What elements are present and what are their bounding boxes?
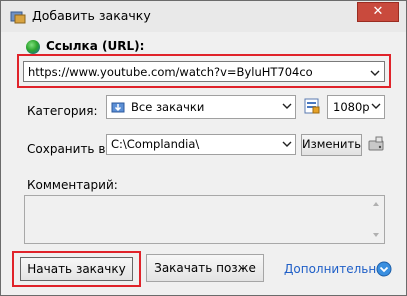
url-input[interactable]: https://www.youtube.com/watch?v=ByluHT70…	[23, 61, 385, 82]
chevron-down-icon	[371, 103, 381, 109]
comment-input[interactable]	[24, 195, 385, 244]
category-select[interactable]: Все закачки	[106, 95, 296, 119]
category-label: Категория:	[27, 104, 98, 118]
category-value: Все закачки	[131, 100, 205, 114]
chevron-down-icon[interactable]	[370, 68, 380, 78]
download-folder-icon	[111, 102, 125, 113]
app-icon	[10, 11, 26, 24]
chevron-down-circle-icon[interactable]	[376, 261, 392, 277]
download-later-button[interactable]: Закачать позже	[146, 254, 264, 282]
change-folder-button[interactable]: Изменить	[301, 134, 362, 156]
chevron-down-icon	[282, 103, 292, 109]
save-label: Сохранить в:	[27, 142, 110, 156]
close-icon: ✕	[372, 4, 384, 19]
quality-value: 1080p	[333, 100, 370, 114]
quality-select[interactable]: 1080p	[327, 95, 385, 119]
disk-icon[interactable]	[368, 136, 384, 152]
globe-icon	[26, 40, 40, 54]
dialog-body: Ссылка (URL): https://www.youtube.com/wa…	[1, 32, 406, 295]
url-highlight: https://www.youtube.com/watch?v=ByluHT70…	[17, 54, 391, 88]
save-path-select[interactable]: C:\Complandia\	[106, 134, 296, 155]
window-title: Добавить закачку	[32, 8, 151, 23]
scrollbar[interactable]	[368, 196, 384, 243]
more-options-link[interactable]: Дополнительно	[284, 262, 384, 276]
close-button[interactable]: ✕	[357, 2, 399, 22]
start-download-button[interactable]: Начать закачку	[20, 257, 133, 281]
comment-label: Комментарий:	[27, 178, 118, 192]
url-value: https://www.youtube.com/watch?v=ByluHT70…	[28, 65, 313, 79]
start-button-highlight: Начать закачку	[12, 251, 141, 287]
add-download-dialog: Добавить закачку ✕ Ссылка (URL): https:/…	[0, 0, 407, 296]
edit-category-icon[interactable]	[303, 97, 321, 115]
url-label: Ссылка (URL):	[46, 39, 145, 53]
save-path-value: C:\Complandia\	[111, 137, 200, 151]
title-bar[interactable]: Добавить закачку ✕	[1, 1, 406, 32]
chevron-down-icon	[282, 141, 292, 147]
